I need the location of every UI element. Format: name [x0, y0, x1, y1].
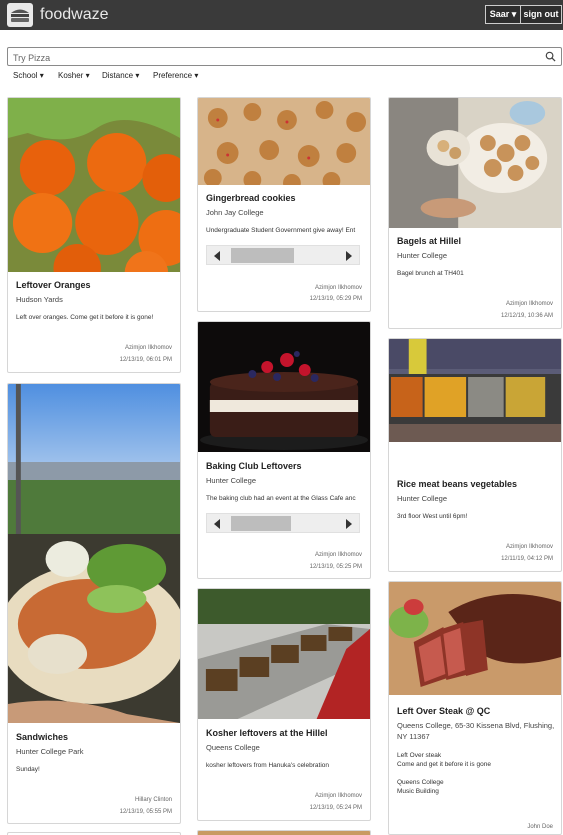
gingerbread-photo	[198, 98, 370, 185]
description-scrollbar[interactable]	[206, 513, 360, 533]
scroll-right-icon[interactable]	[346, 251, 352, 261]
scrollbar-thumb[interactable]	[231, 248, 294, 263]
filter-label: Preference	[153, 71, 193, 80]
card-author: Azimjon Ilkhomov	[124, 345, 172, 351]
card-title[interactable]: Left Over Steak @ QC	[397, 706, 490, 716]
scroll-right-icon[interactable]	[346, 519, 352, 529]
card-description: Left Over steak Come and get it before i…	[397, 752, 491, 795]
post-card[interactable]: Leftover Oranges Hudson Yards Left over …	[7, 97, 181, 373]
card-title[interactable]: Leftover Oranges	[16, 280, 91, 290]
user-menu-button[interactable]: Saar ▾	[485, 5, 521, 24]
card-description: Undergraduate Student Government give aw…	[206, 227, 356, 234]
scroll-left-icon[interactable]	[214, 519, 220, 529]
post-card[interactable]: Gingerbread cookies John Jay College Und…	[197, 97, 371, 312]
card-author: Azimjon Ilkhomov	[314, 285, 362, 291]
card-title[interactable]: Baking Club Leftovers	[206, 461, 302, 471]
card-timestamp: 12/11/19, 04:12 PM	[501, 556, 553, 562]
card-description: Left over oranges. Come get it before it…	[16, 314, 154, 321]
post-card[interactable]: Rice meat beans vegetables Hunter Colleg…	[388, 338, 562, 572]
card-location: Hudson Yards	[16, 295, 63, 304]
cake-photo	[198, 322, 370, 452]
scrollbar-thumb[interactable]	[231, 516, 291, 531]
sign-out-button[interactable]: sign out	[520, 5, 562, 24]
card-timestamp: 12/13/19, 05:24 PM	[309, 805, 362, 811]
card-title[interactable]: Kosher leftovers at the Hillel	[206, 728, 328, 738]
caret-down-icon: ▾	[135, 71, 140, 80]
card-title[interactable]: Rice meat beans vegetables	[397, 479, 517, 489]
description-scrollbar[interactable]	[206, 245, 360, 265]
card-timestamp: 12/13/19, 05:55 PM	[119, 809, 172, 815]
filter-kosher-dropdown[interactable]: Kosher ▾	[58, 71, 90, 80]
card-location: Hunter College	[397, 251, 448, 260]
card-author: Azimjon Ilkhomov	[505, 544, 553, 550]
filter-preference-dropdown[interactable]: Preference ▾	[153, 71, 198, 80]
filter-distance-dropdown[interactable]: Distance ▾	[102, 71, 139, 80]
post-card[interactable]: Baking Club Leftovers Hunter College The…	[197, 321, 371, 579]
caret-down-icon: ▾	[85, 71, 90, 80]
filter-label: Kosher	[58, 71, 84, 80]
card-author: John Doe	[527, 824, 553, 830]
card-description: Sunday!	[16, 766, 40, 773]
post-card[interactable]: Sandwiches Hunter College Park Sunday! H…	[7, 383, 181, 824]
search-input[interactable]	[8, 49, 528, 67]
card-description: The baking club had an event at the Glas…	[206, 495, 356, 502]
card-author: Azimjon Ilkhomov	[314, 793, 362, 799]
scroll-left-icon[interactable]	[214, 251, 220, 261]
card-location: Hunter College	[206, 476, 257, 485]
oranges-photo	[8, 98, 180, 272]
card-timestamp: 12/13/19, 05:25 PM	[309, 564, 362, 570]
caret-down-icon: ▾	[194, 71, 199, 80]
top-navbar: foodwaze Saar ▾ sign out	[0, 0, 563, 30]
buffet-trays-photo	[389, 339, 561, 442]
card-timestamp: 12/13/19, 06:01 PM	[119, 357, 172, 363]
post-card-partial[interactable]	[197, 830, 371, 835]
filter-label: Distance	[102, 71, 134, 80]
card-title[interactable]: Sandwiches	[16, 732, 68, 742]
user-name: Saar	[489, 9, 510, 19]
card-timestamp: 12/13/19, 05:29 PM	[309, 296, 362, 302]
card-author: Hillary Clinton	[134, 797, 172, 803]
card-location: Queens College, 65-30 Kissena Blvd, Flus…	[397, 721, 555, 741]
card-location: Hunter College Park	[16, 747, 84, 756]
card-location: Queens College	[206, 743, 260, 752]
post-card[interactable]: Left Over Steak @ QC Queens College, 65-…	[388, 581, 562, 835]
card-author: Azimjon Ilkhomov	[314, 552, 362, 558]
bagels-photo	[389, 98, 561, 228]
post-card[interactable]: Kosher leftovers at the Hillel Queens Co…	[197, 588, 371, 821]
caret-down-icon: ▾	[39, 71, 44, 80]
filter-school-dropdown[interactable]: School ▾	[13, 71, 44, 80]
brand-name[interactable]: foodwaze	[40, 6, 109, 24]
card-timestamp: 12/12/19, 10:36 AM	[500, 313, 553, 319]
card-title[interactable]: Bagels at Hillel	[397, 236, 461, 246]
card-description: 3rd floor West until 6pm!	[397, 513, 468, 520]
hotel-pans-photo	[198, 589, 370, 719]
post-card[interactable]: Bagels at Hillel Hunter College Bagel br…	[388, 97, 562, 329]
sandwich-logo-icon[interactable]	[7, 3, 33, 27]
sandwich-photo	[8, 384, 180, 723]
card-author: Azimjon Ilkhomov	[505, 301, 553, 307]
steak-photo	[389, 582, 561, 695]
card-description: kosher leftovers from Hanuka's celebrati…	[206, 762, 329, 769]
search-icon[interactable]	[545, 51, 556, 62]
search-bar	[7, 47, 562, 67]
card-location: Hunter College	[397, 494, 448, 503]
card-location: John Jay College	[206, 208, 264, 217]
card-description: Bagel brunch at TH401	[397, 270, 464, 277]
filter-label: School	[13, 71, 38, 80]
card-title[interactable]: Gingerbread cookies	[206, 193, 296, 203]
